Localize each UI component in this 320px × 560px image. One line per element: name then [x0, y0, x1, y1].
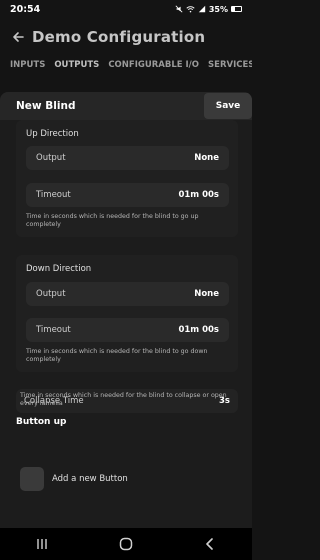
up-output-label: Output [36, 153, 66, 163]
home-icon[interactable] [114, 534, 138, 554]
tab-bar: INPUTS OUTPUTS CONFIGURABLE I/O SERVICES [0, 57, 252, 77]
down-timeout-label: Timeout [36, 325, 71, 335]
collapse-time-help: Time in seconds which is needed for the … [20, 392, 227, 407]
tab-configurable-io[interactable]: CONFIGURABLE I/O [108, 57, 199, 77]
tab-inputs[interactable]: INPUTS [10, 57, 45, 77]
battery-icon [231, 6, 242, 12]
status-time: 20:54 [10, 3, 41, 15]
tab-services[interactable]: SERVICES [208, 57, 252, 77]
status-icons: 35% [175, 5, 242, 14]
back-arrow-icon[interactable] [10, 29, 26, 45]
button-up-heading: Button up [16, 417, 67, 427]
signal-icon [198, 5, 206, 13]
battery-percent: 35% [208, 4, 228, 14]
down-timeout-field[interactable]: Timeout 01m 00s [26, 318, 229, 342]
up-direction-group: Up Direction Output None Timeout 01m 00s… [16, 120, 238, 237]
app-bar: Demo Configuration [0, 24, 252, 50]
down-direction-title: Down Direction [26, 264, 92, 274]
add-button-checkbox[interactable] [20, 467, 44, 491]
dialog-header: New Blind Save [0, 92, 252, 120]
down-output-field[interactable]: Output None [26, 282, 229, 306]
up-timeout-label: Timeout [36, 190, 71, 200]
down-timeout-value: 01m 00s [178, 325, 219, 335]
down-output-value: None [194, 289, 219, 299]
status-bar: 20:54 35% [0, 0, 252, 18]
down-direction-group: Down Direction Output None Timeout 01m 0… [16, 255, 238, 372]
up-output-field[interactable]: Output None [26, 146, 229, 170]
down-output-label: Output [36, 289, 66, 299]
wifi-icon [186, 6, 195, 13]
tab-outputs[interactable]: OUTPUTS [54, 57, 99, 77]
dialog-title: New Blind [16, 100, 76, 112]
up-timeout-field[interactable]: Timeout 01m 00s [26, 183, 229, 207]
system-nav-bar [0, 528, 252, 560]
save-button[interactable]: Save [204, 93, 252, 119]
add-button-label: Add a new Button [52, 474, 128, 484]
up-timeout-value: 01m 00s [178, 190, 219, 200]
up-timeout-help: Time in seconds which is needed for the … [26, 213, 199, 228]
add-button-row[interactable]: Add a new Button [20, 467, 128, 491]
page-title: Demo Configuration [32, 28, 206, 46]
down-timeout-help: Time in seconds which is needed for the … [26, 348, 208, 363]
up-direction-title: Up Direction [26, 129, 79, 139]
up-output-value: None [194, 153, 219, 163]
new-blind-dialog: New Blind Save Up Direction Output None … [0, 92, 252, 528]
back-nav-icon[interactable] [198, 534, 222, 554]
mute-icon [175, 5, 183, 13]
recents-icon[interactable] [30, 534, 54, 554]
